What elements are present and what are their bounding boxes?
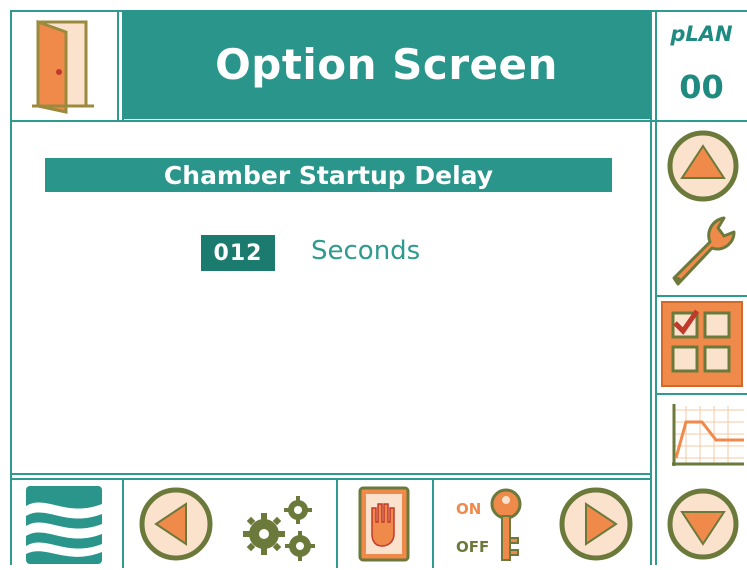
arrow-up-icon: [667, 130, 739, 202]
footer-divider-2: [10, 478, 652, 480]
startup-delay-field[interactable]: 012: [201, 235, 275, 271]
graph-button[interactable]: [660, 398, 746, 476]
frame-line-left: [10, 10, 12, 565]
page-title: Option Screen: [122, 10, 651, 119]
exit-divider: [117, 10, 119, 122]
graph-icon: [672, 404, 744, 466]
hand-stop-icon: [358, 486, 410, 562]
footer-sep-1: [122, 478, 124, 568]
next-button[interactable]: [554, 484, 644, 564]
on-off-button[interactable]: ON OFF: [452, 486, 532, 566]
plan-address: 00: [679, 68, 724, 106]
door-icon: [32, 19, 94, 114]
checklist-grid-icon: [661, 301, 743, 387]
arrow-down-icon: [667, 488, 739, 560]
hmi-screen: Option Screen pLAN 00 Chamber Startup De…: [0, 0, 747, 570]
footer-sep-2: [336, 478, 338, 568]
exit-button[interactable]: [14, 14, 116, 118]
waves-logo-icon: [26, 486, 102, 564]
footer-divider: [10, 473, 652, 475]
wrench-icon: [672, 216, 736, 286]
arrow-right-icon: [559, 487, 633, 561]
arrow-left-icon: [139, 487, 213, 561]
scroll-down-button[interactable]: [660, 482, 746, 566]
on-label: ON: [456, 500, 482, 518]
plan-label: pLAN: [670, 22, 733, 46]
service-button[interactable]: [660, 208, 746, 292]
stop-button[interactable]: [352, 484, 416, 564]
footer-sep-3: [432, 478, 434, 568]
section-title: Chamber Startup Delay: [45, 158, 612, 192]
scroll-up-button[interactable]: [660, 128, 746, 204]
settings-button[interactable]: [238, 488, 328, 566]
logo: [18, 484, 118, 566]
sidebar-sep-2: [655, 393, 747, 395]
previous-button[interactable]: [130, 484, 218, 564]
options-button[interactable]: [659, 299, 747, 389]
gears-icon: [243, 496, 315, 561]
sidebar-sep-1: [655, 295, 747, 297]
key-icon: [490, 488, 522, 561]
header-divider: [10, 120, 747, 122]
unit-label: Seconds: [311, 236, 421, 266]
